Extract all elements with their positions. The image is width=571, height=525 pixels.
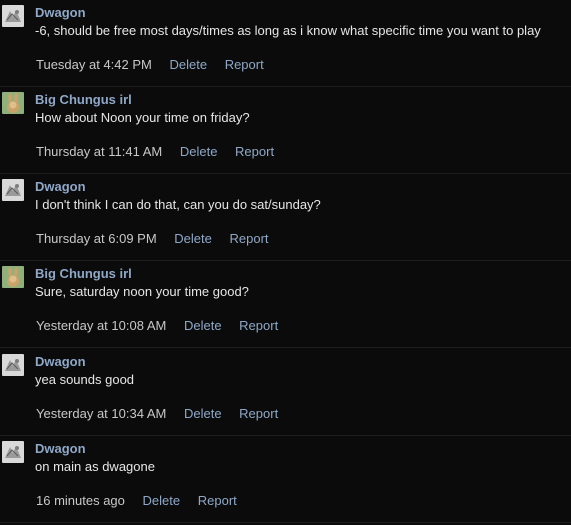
delete-link[interactable]: Delete	[184, 406, 222, 421]
message-text: -6, should be free most days/times as lo…	[35, 23, 541, 38]
message-author[interactable]: Dwagon	[35, 440, 86, 458]
grey-sketch-avatar-icon[interactable]	[2, 354, 24, 376]
message-timestamp[interactable]: Thursday at 11:41 AM	[36, 144, 162, 159]
message-text: on main as dwagone	[35, 459, 155, 474]
delete-link[interactable]: Delete	[180, 144, 218, 159]
message-meta: Yesterday at 10:34 AM Delete Report	[36, 405, 278, 423]
report-link[interactable]: Report	[225, 57, 264, 72]
message-author[interactable]: Big Chungus irl	[35, 265, 132, 283]
message-text: Sure, saturday noon your time good?	[35, 284, 249, 299]
message-item: Dwagon yea sounds good Yesterday at 10:3…	[0, 349, 571, 436]
report-link[interactable]: Report	[230, 231, 269, 246]
message-text: yea sounds good	[35, 372, 135, 387]
report-link[interactable]: Report	[235, 144, 274, 159]
grey-sketch-avatar-icon[interactable]	[2, 179, 24, 201]
grey-sketch-avatar-icon[interactable]	[2, 5, 24, 27]
message-author[interactable]: Big Chungus irl	[35, 91, 132, 109]
message-item: Big Chungus irl How about Noon your time…	[0, 87, 571, 174]
message-text: I don't think I can do that, can you do …	[35, 197, 321, 212]
message-thread: Dwagon -6, should be free most days/time…	[0, 0, 571, 525]
report-link[interactable]: Report	[239, 318, 278, 333]
report-link[interactable]: Report	[239, 406, 278, 421]
grey-sketch-avatar-icon[interactable]	[2, 441, 24, 463]
message-meta: Yesterday at 10:08 AM Delete Report	[36, 317, 278, 335]
message-timestamp[interactable]: 16 minutes ago	[36, 493, 125, 508]
message-meta: Tuesday at 4:42 PM Delete Report	[36, 56, 264, 74]
message-author[interactable]: Dwagon	[35, 178, 86, 196]
message-timestamp[interactable]: Yesterday at 10:08 AM	[36, 318, 166, 333]
message-meta: 16 minutes ago Delete Report	[36, 492, 237, 510]
message-item: Dwagon I don't think I can do that, can …	[0, 174, 571, 261]
message-item: Dwagon on main as dwagone 16 minutes ago…	[0, 436, 571, 523]
delete-link[interactable]: Delete	[184, 318, 222, 333]
message-meta: Thursday at 6:09 PM Delete Report	[36, 230, 269, 248]
message-author[interactable]: Dwagon	[35, 4, 86, 22]
delete-link[interactable]: Delete	[174, 231, 212, 246]
message-timestamp[interactable]: Tuesday at 4:42 PM	[36, 57, 152, 72]
message-item: Dwagon -6, should be free most days/time…	[0, 0, 571, 87]
delete-link[interactable]: Delete	[169, 57, 207, 72]
message-meta: Thursday at 11:41 AM Delete Report	[36, 143, 274, 161]
delete-link[interactable]: Delete	[143, 493, 181, 508]
message-item: Big Chungus irl Sure, saturday noon your…	[0, 261, 571, 348]
rabbit-avatar-icon[interactable]	[2, 92, 24, 114]
message-timestamp[interactable]: Yesterday at 10:34 AM	[36, 406, 166, 421]
message-timestamp[interactable]: Thursday at 6:09 PM	[36, 231, 157, 246]
rabbit-avatar-icon[interactable]	[2, 266, 24, 288]
report-link[interactable]: Report	[198, 493, 237, 508]
message-text: How about Noon your time on friday?	[35, 110, 250, 125]
message-author[interactable]: Dwagon	[35, 353, 86, 371]
